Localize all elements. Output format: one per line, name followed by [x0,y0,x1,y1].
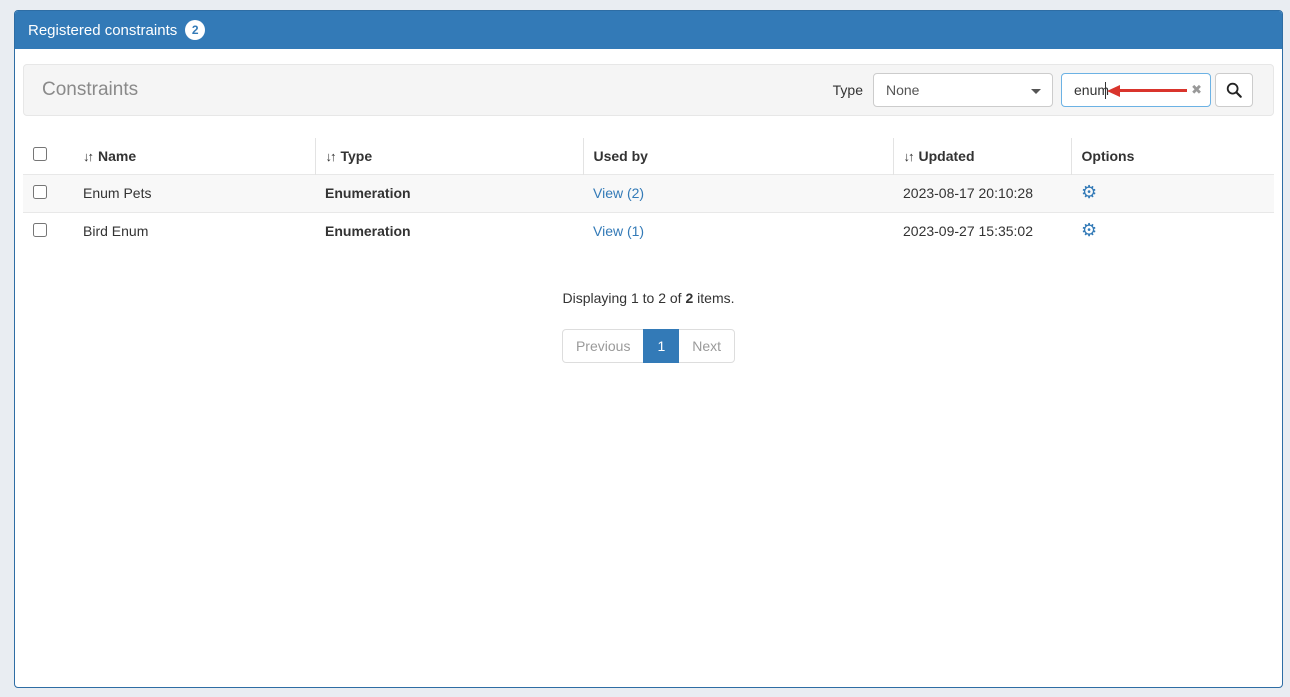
name-cell: Enum Pets [73,174,315,212]
table-row: Bird Enum Enumeration View (1) 2023-09-2… [23,212,1274,250]
options-cell: ⚙ [1071,212,1274,250]
column-label: Name [98,148,136,164]
column-header-options: Options [1071,138,1274,174]
panel-title: Registered constraints [28,22,177,39]
type-filter-select[interactable]: None [873,73,1053,107]
column-label: Updated [919,148,975,164]
type-cell: Enumeration [315,212,583,250]
page-1-button[interactable]: 1 [643,329,679,363]
column-label: Type [341,148,373,164]
text-caret [1105,82,1106,99]
view-usages-link[interactable]: View (2) [593,185,644,201]
table-row: Enum Pets Enumeration View (2) 2023-08-1… [23,174,1274,212]
search-field-wrapper: ✖ [1061,73,1211,107]
column-header-updated[interactable]: ↓↑ Updated [893,138,1071,174]
toolbar-controls: Type None ✖ [833,73,1253,107]
table-header-row: ↓↑ Name ↓↑ Type Used by ↓↑ Updated Options [23,138,1274,174]
row-checkbox[interactable] [33,185,47,199]
column-header-name[interactable]: ↓↑ Name [73,138,315,174]
summary-prefix: Displaying 1 to 2 of [563,290,686,306]
panel-header: Registered constraints 2 [15,11,1282,49]
row-checkbox[interactable] [33,223,47,237]
registered-constraints-panel: Registered constraints 2 Constraints Typ… [14,10,1283,688]
row-select-cell [23,174,73,212]
gear-icon[interactable]: ⚙ [1081,182,1097,202]
clear-search-icon[interactable]: ✖ [1191,82,1202,98]
search-icon [1225,81,1243,99]
gear-icon[interactable]: ⚙ [1081,220,1097,240]
toolbar-title: Constraints [42,79,138,101]
pagination: Previous 1 Next [23,329,1274,363]
column-header-used-by: Used by [583,138,893,174]
select-all-cell [23,138,73,174]
select-all-checkbox[interactable] [33,147,47,161]
search-input[interactable] [1061,73,1211,107]
sort-icon[interactable]: ↓↑ [83,149,92,164]
view-usages-link[interactable]: View (1) [593,223,644,239]
column-header-type[interactable]: ↓↑ Type [315,138,583,174]
used-by-cell: View (1) [583,212,893,250]
search-button[interactable] [1215,73,1253,107]
sort-icon[interactable]: ↓↑ [904,149,913,164]
panel-body: Constraints Type None ✖ [15,49,1282,378]
count-badge: 2 [185,20,205,40]
updated-cell: 2023-09-27 15:35:02 [893,212,1071,250]
results-summary: Displaying 1 to 2 of 2 items. [23,290,1274,306]
summary-suffix: items. [693,290,734,306]
type-cell: Enumeration [315,174,583,212]
row-select-cell [23,212,73,250]
type-filter-label: Type [833,82,863,98]
previous-page-button[interactable]: Previous [562,329,644,363]
column-label: Used by [594,148,648,164]
constraints-table: ↓↑ Name ↓↑ Type Used by ↓↑ Updated Options [23,138,1274,250]
used-by-cell: View (2) [583,174,893,212]
updated-cell: 2023-08-17 20:10:28 [893,174,1071,212]
name-cell: Bird Enum [73,212,315,250]
chevron-down-icon [1031,89,1041,94]
options-cell: ⚙ [1071,174,1274,212]
next-page-button[interactable]: Next [678,329,735,363]
type-filter-selected-value: None [886,82,919,98]
constraints-toolbar: Constraints Type None ✖ [23,64,1274,116]
column-label: Options [1082,148,1135,164]
sort-icon[interactable]: ↓↑ [326,149,335,164]
